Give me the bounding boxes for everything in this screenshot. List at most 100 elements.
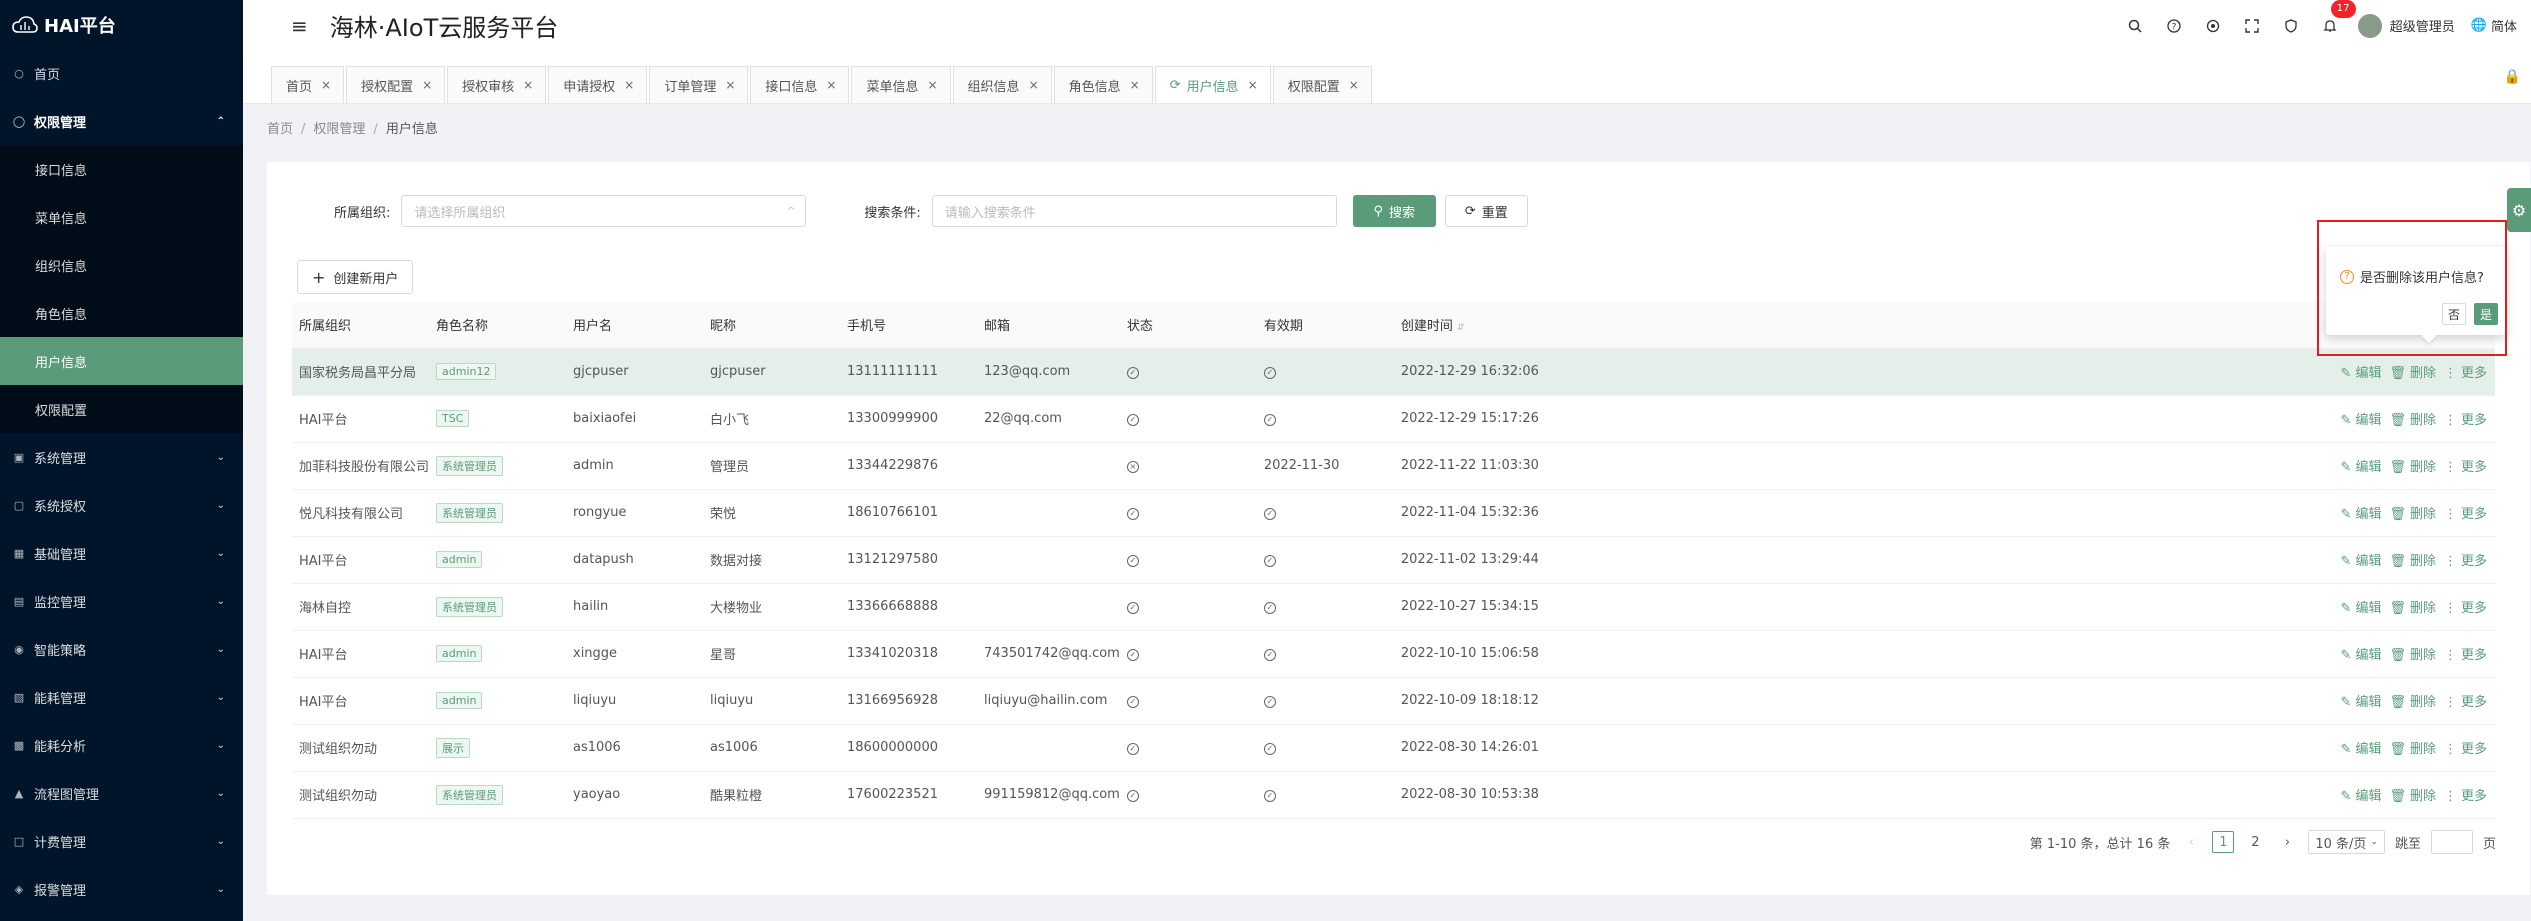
close-icon[interactable]: × <box>1130 78 1140 92</box>
edit-button[interactable]: ✎ 编辑 <box>2337 507 2382 522</box>
search-icon[interactable] <box>2116 0 2155 51</box>
tab-item[interactable]: 授权配置 × <box>346 66 446 103</box>
next-page-icon[interactable]: › <box>2276 831 2298 853</box>
more-button[interactable]: ⋮ 更多 <box>2440 554 2487 569</box>
reset-button[interactable]: ⟳ 重置 <box>1444 195 1528 227</box>
close-icon[interactable]: × <box>422 78 432 92</box>
edit-button[interactable]: ✎ 编辑 <box>2337 413 2382 428</box>
delete-button[interactable]: 🗑 删除 <box>2385 413 2436 428</box>
close-icon[interactable]: × <box>1029 78 1039 92</box>
tab-item[interactable]: 组织信息 × <box>952 66 1052 103</box>
sidebar-subitem[interactable]: 组织信息 <box>0 241 243 289</box>
more-button[interactable]: ⋮ 更多 <box>2440 413 2487 428</box>
lock-icon[interactable]: 🔒 <box>2504 69 2521 85</box>
fullscreen-icon[interactable] <box>2233 0 2272 51</box>
sidebar-item-3[interactable]: ▢ 系统授权 ⌄ <box>0 481 243 529</box>
sidebar-item-5[interactable]: ▤ 监控管理 ⌄ <box>0 577 243 625</box>
sidebar-item-0[interactable]: ○ 首页 <box>0 49 243 97</box>
prev-page-icon[interactable]: ‹ <box>2180 831 2202 853</box>
column-header[interactable]: 创建时间 ⇵ <box>1393 302 1574 349</box>
close-icon[interactable]: × <box>1349 78 1359 92</box>
sidebar-item-8[interactable]: ▩ 能耗分析 ⌄ <box>0 721 243 769</box>
close-icon[interactable]: × <box>321 78 331 92</box>
sidebar-item-6[interactable]: ◉ 智能策略 ⌄ <box>0 625 243 673</box>
refresh-icon[interactable]: ⟳ <box>1170 78 1181 93</box>
edit-button[interactable]: ✎ 编辑 <box>2337 648 2382 663</box>
delete-button[interactable]: 🗑 删除 <box>2385 648 2436 663</box>
sidebar-item-7[interactable]: ▧ 能耗管理 ⌄ <box>0 673 243 721</box>
theme-icon[interactable] <box>2194 0 2233 51</box>
sidebar-subitem[interactable]: 菜单信息 <box>0 193 243 241</box>
breadcrumb-item[interactable]: 权限管理 <box>313 122 365 137</box>
more-button[interactable]: ⋮ 更多 <box>2440 601 2487 616</box>
tab-item[interactable]: 订单管理 × <box>649 66 749 103</box>
cell-nickname: liqiuyu <box>703 677 840 725</box>
more-button[interactable]: ⋮ 更多 <box>2440 507 2487 522</box>
tab-item[interactable]: 角色信息 × <box>1053 66 1153 103</box>
delete-button[interactable]: 🗑 删除 <box>2385 507 2436 522</box>
notification-bell-icon[interactable]: 17 <box>2311 0 2356 51</box>
sidebar-subitem[interactable]: 接口信息 <box>0 145 243 193</box>
delete-button[interactable]: 🗑 删除 <box>2385 601 2436 616</box>
edit-button[interactable]: ✎ 编辑 <box>2337 554 2382 569</box>
delete-button[interactable]: 🗑 删除 <box>2385 789 2436 804</box>
close-icon[interactable]: × <box>826 78 836 92</box>
page-size-select[interactable]: 10 条/页 ⌄ <box>2308 830 2385 854</box>
sidebar-subitem[interactable]: 权限配置 <box>0 385 243 433</box>
tab-item[interactable]: 接口信息 × <box>750 66 850 103</box>
edit-button[interactable]: ✎ 编辑 <box>2337 742 2382 757</box>
tab-item[interactable]: 首页 × <box>271 66 345 103</box>
sidebar-subitem[interactable]: 角色信息 <box>0 289 243 337</box>
language-switch[interactable]: 🌐 简体 <box>2471 16 2517 35</box>
tab-item[interactable]: 申请授权 × <box>548 66 648 103</box>
search-input[interactable]: 请输入搜索条件 <box>931 195 1337 227</box>
search-button[interactable]: ⚲ 搜索 <box>1352 195 1436 227</box>
close-icon[interactable]: × <box>927 78 937 92</box>
logo[interactable]: HAI平台 <box>0 0 243 49</box>
sidebar-subitem[interactable]: 用户信息 <box>0 337 243 385</box>
user-menu[interactable]: 超级管理员 <box>2357 13 2455 38</box>
more-button[interactable]: ⋮ 更多 <box>2440 742 2487 757</box>
edit-button[interactable]: ✎ 编辑 <box>2337 460 2382 475</box>
search-condition-label: 搜索条件: <box>864 205 921 221</box>
help-icon[interactable]: ? <box>2155 0 2194 51</box>
sidebar-item-1[interactable]: ◯ 权限管理 ⌃ <box>0 97 243 145</box>
delete-button[interactable]: 🗑 删除 <box>2385 695 2436 710</box>
edit-button[interactable]: ✎ 编辑 <box>2337 366 2382 381</box>
sidebar-item-9[interactable]: ▲ 流程图管理 ⌄ <box>0 769 243 817</box>
tab-item[interactable]: 菜单信息 × <box>851 66 951 103</box>
close-icon[interactable]: × <box>523 78 533 92</box>
settings-drawer-gear-icon[interactable]: ⚙ <box>2507 188 2531 232</box>
more-button[interactable]: ⋮ 更多 <box>2440 648 2487 663</box>
tab-item[interactable]: 权限配置 × <box>1272 66 1372 103</box>
close-icon[interactable]: × <box>725 78 735 92</box>
page-1[interactable]: 1 <box>2212 831 2235 853</box>
close-icon[interactable]: × <box>624 78 634 92</box>
org-select[interactable]: 请选择所属组织 ^ <box>401 195 807 227</box>
delete-button[interactable]: 🗑 删除 <box>2385 460 2436 475</box>
sidebar-item-2[interactable]: ▣ 系统管理 ⌄ <box>0 433 243 481</box>
tab-item[interactable]: ⟳ 用户信息 × <box>1154 66 1271 103</box>
edit-button[interactable]: ✎ 编辑 <box>2337 695 2382 710</box>
delete-button[interactable]: 🗑 删除 <box>2385 554 2436 569</box>
menu-fold-icon[interactable]: ≡ <box>291 14 308 38</box>
more-button[interactable]: ⋮ 更多 <box>2440 460 2487 475</box>
close-icon[interactable]: × <box>1248 78 1258 92</box>
sidebar-item-10[interactable]: □ 计费管理 ⌄ <box>0 817 243 865</box>
create-user-button[interactable]: + 创建新用户 <box>297 260 414 294</box>
sidebar-item-11[interactable]: ◈ 报警管理 ⌄ <box>0 865 243 913</box>
delete-button[interactable]: 🗑 删除 <box>2385 366 2436 381</box>
edit-button[interactable]: ✎ 编辑 <box>2337 601 2382 616</box>
more-button[interactable]: ⋮ 更多 <box>2440 789 2487 804</box>
jump-input[interactable] <box>2430 830 2473 854</box>
more-button[interactable]: ⋮ 更多 <box>2440 366 2487 381</box>
delete-button[interactable]: 🗑 删除 <box>2385 742 2436 757</box>
page-2[interactable]: 2 <box>2244 831 2266 853</box>
tab-item[interactable]: 授权审核 × <box>447 66 547 103</box>
sidebar-item-4[interactable]: ▦ 基础管理 ⌄ <box>0 529 243 577</box>
more-button[interactable]: ⋮ 更多 <box>2440 695 2487 710</box>
cell-phone: 13344229876 <box>840 442 977 490</box>
shield-check-icon[interactable] <box>2272 0 2311 51</box>
edit-button[interactable]: ✎ 编辑 <box>2337 789 2382 804</box>
breadcrumb-item[interactable]: 首页 <box>267 122 293 137</box>
